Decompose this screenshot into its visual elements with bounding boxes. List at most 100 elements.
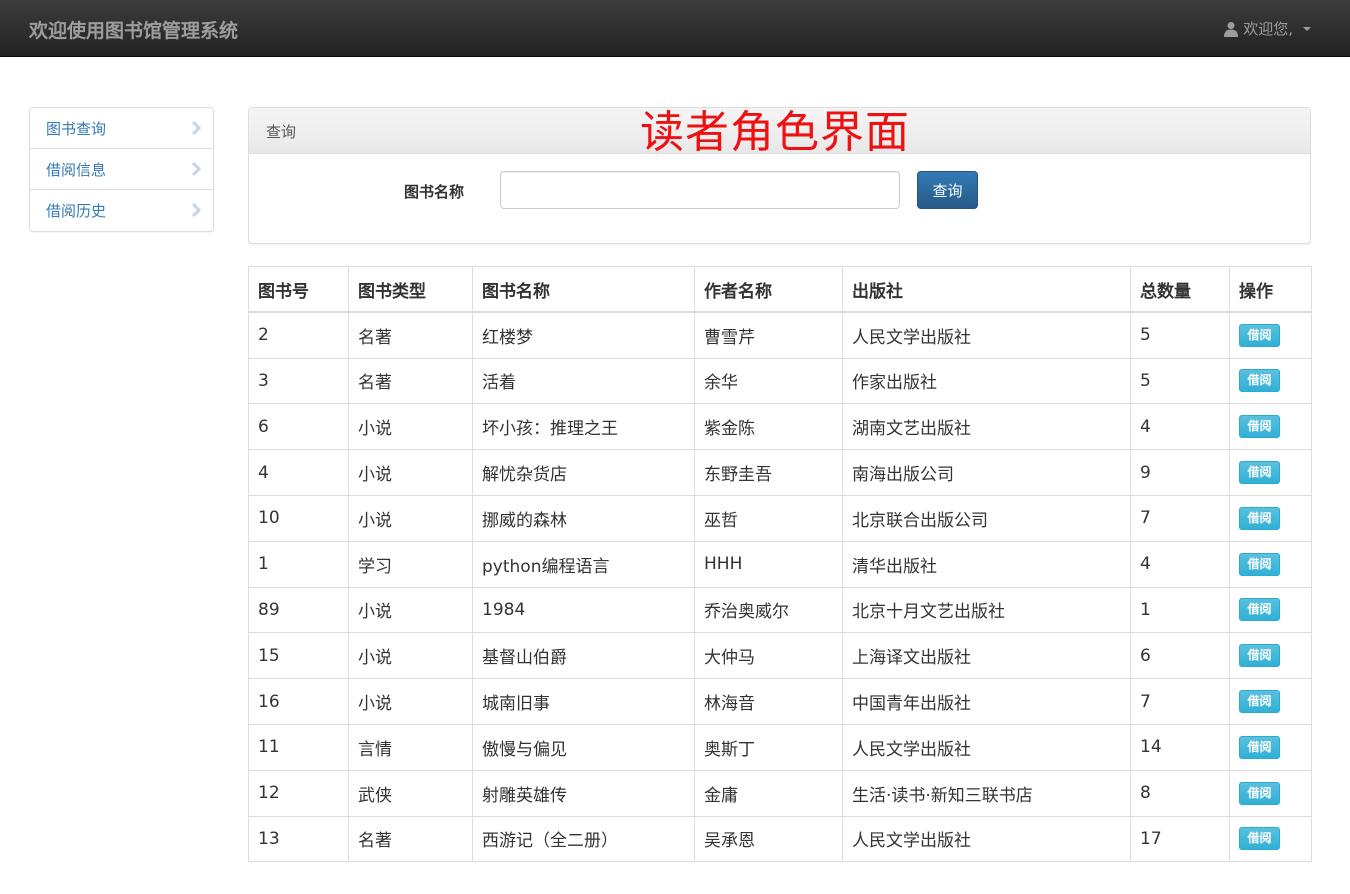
- table-row: 15 小说 基督山伯爵 大仲马 上海译文出版社 6 借阅: [248, 632, 1312, 680]
- cell-publisher: 北京联合出版公司: [842, 494, 1131, 542]
- cell-book-id: 15: [248, 632, 349, 680]
- cell-book-type: 名著: [348, 357, 473, 405]
- cell-book-type: 小说: [348, 632, 473, 680]
- cell-book-name: 红楼梦: [472, 311, 695, 359]
- cell-book-id: 10: [248, 494, 349, 542]
- chevron-right-icon: [191, 162, 201, 176]
- sidebar-item-label: 借阅历史: [46, 202, 107, 220]
- cell-book-name: 西游记（全二册）: [472, 815, 695, 863]
- cell-action: 借阅: [1229, 357, 1312, 405]
- cell-book-id: 1: [248, 540, 349, 588]
- cell-total: 9: [1130, 449, 1230, 496]
- cell-book-type: 名著: [348, 311, 473, 359]
- cell-publisher: 人民文学出版社: [842, 311, 1131, 359]
- cell-action: 借阅: [1229, 815, 1312, 863]
- cell-book-type: 名著: [348, 815, 473, 863]
- cell-book-type: 小说: [348, 678, 473, 725]
- header-publisher: 出版社: [842, 266, 1131, 314]
- cell-total: 5: [1130, 311, 1230, 359]
- cell-publisher: 作家出版社: [842, 357, 1131, 405]
- cell-total: 6: [1130, 632, 1230, 680]
- cell-book-id: 16: [248, 678, 349, 725]
- borrow-button[interactable]: 借阅: [1239, 781, 1280, 805]
- sidebar-nav: 图书查询 借阅信息 借阅历史: [29, 107, 214, 232]
- cell-author: 紫金陈: [694, 403, 843, 451]
- borrow-button[interactable]: 借阅: [1239, 461, 1280, 485]
- table-header-row: 图书号 图书类型 图书名称 作者名称 出版社 总数量 操作: [248, 266, 1312, 314]
- cell-action: 借阅: [1229, 723, 1312, 771]
- borrow-button[interactable]: 借阅: [1239, 415, 1280, 439]
- app-brand[interactable]: 欢迎使用图书馆管理系统: [29, 16, 238, 43]
- top-navbar: 欢迎使用图书馆管理系统 欢迎您,: [0, 0, 1350, 57]
- cell-book-name: 坏小孩：推理之王: [472, 403, 695, 451]
- cell-book-name: 活着: [472, 357, 695, 405]
- borrow-button[interactable]: 借阅: [1239, 644, 1280, 668]
- cell-action: 借阅: [1229, 494, 1312, 542]
- borrow-button[interactable]: 借阅: [1239, 369, 1280, 393]
- cell-total: 8: [1130, 769, 1230, 817]
- caret-down-icon: [1303, 26, 1311, 31]
- cell-book-id: 13: [248, 815, 349, 863]
- borrow-button[interactable]: 借阅: [1239, 735, 1280, 759]
- borrow-button[interactable]: 借阅: [1239, 827, 1280, 851]
- cell-author: 余华: [694, 357, 843, 405]
- table-row: 13 名著 西游记（全二册） 吴承恩 人民文学出版社 17 借阅: [248, 815, 1312, 863]
- sidebar-item-borrow-history[interactable]: 借阅历史: [30, 190, 213, 231]
- cell-book-name: 基督山伯爵: [472, 632, 695, 680]
- table-row: 12 武侠 射雕英雄传 金庸 生活·读书·新知三联书店 8 借阅: [248, 769, 1312, 817]
- book-name-input[interactable]: [500, 171, 900, 209]
- cell-book-id: 4: [248, 449, 349, 496]
- borrow-button[interactable]: 借阅: [1239, 552, 1280, 576]
- cell-book-name: 射雕英雄传: [472, 769, 695, 817]
- cell-author: HHH: [694, 540, 843, 588]
- cell-total: 5: [1130, 357, 1230, 405]
- cell-action: 借阅: [1229, 403, 1312, 451]
- header-book-name: 图书名称: [472, 266, 695, 314]
- header-action: 操作: [1229, 266, 1312, 314]
- table-row: 11 言情 傲慢与偏见 奥斯丁 人民文学出版社 14 借阅: [248, 723, 1312, 771]
- cell-action: 借阅: [1229, 540, 1312, 588]
- table-row: 4 小说 解忧杂货店 东野圭吾 南海出版公司 9 借阅: [248, 449, 1312, 496]
- user-greeting: 欢迎您,: [1243, 20, 1293, 38]
- borrow-button[interactable]: 借阅: [1239, 323, 1280, 347]
- cell-book-name: 傲慢与偏见: [472, 723, 695, 771]
- cell-publisher: 生活·读书·新知三联书店: [842, 769, 1131, 817]
- sidebar-item-label: 借阅信息: [46, 161, 107, 179]
- role-annotation-title: 读者角色界面: [640, 107, 910, 158]
- table-row: 10 小说 挪威的森林 巫哲 北京联合出版公司 7 借阅: [248, 494, 1312, 542]
- cell-book-type: 小说: [348, 494, 473, 542]
- cell-book-name: 挪威的森林: [472, 494, 695, 542]
- user-menu[interactable]: 欢迎您,: [1223, 18, 1311, 39]
- cell-publisher: 北京十月文艺出版社: [842, 586, 1131, 634]
- header-total: 总数量: [1130, 266, 1230, 314]
- cell-publisher: 清华出版社: [842, 540, 1131, 588]
- cell-publisher: 中国青年出版社: [842, 678, 1131, 725]
- sidebar-item-borrow-info[interactable]: 借阅信息: [30, 149, 213, 190]
- cell-publisher: 人民文学出版社: [842, 815, 1131, 863]
- cell-book-type: 小说: [348, 586, 473, 634]
- borrow-button[interactable]: 借阅: [1239, 506, 1280, 530]
- cell-book-id: 11: [248, 723, 349, 771]
- cell-publisher: 南海出版公司: [842, 449, 1131, 496]
- cell-total: 1: [1130, 586, 1230, 634]
- cell-action: 借阅: [1229, 311, 1312, 359]
- cell-action: 借阅: [1229, 769, 1312, 817]
- header-book-id: 图书号: [248, 266, 349, 314]
- cell-book-name: 解忧杂货店: [472, 449, 695, 496]
- cell-book-id: 89: [248, 586, 349, 634]
- borrow-button[interactable]: 借阅: [1239, 598, 1280, 622]
- cell-action: 借阅: [1229, 678, 1312, 725]
- search-button[interactable]: 查询: [917, 171, 978, 209]
- cell-book-name: 城南旧事: [472, 678, 695, 725]
- header-book-type: 图书类型: [348, 266, 473, 314]
- cell-author: 大仲马: [694, 632, 843, 680]
- cell-total: 7: [1130, 494, 1230, 542]
- chevron-right-icon: [191, 203, 201, 217]
- cell-author: 金庸: [694, 769, 843, 817]
- borrow-button[interactable]: 借阅: [1239, 690, 1280, 714]
- cell-book-name: python编程语言: [472, 540, 695, 588]
- sidebar-item-book-search[interactable]: 图书查询: [30, 108, 213, 149]
- cell-total: 14: [1130, 723, 1230, 771]
- user-icon: [1224, 21, 1239, 37]
- cell-author: 曹雪芹: [694, 311, 843, 359]
